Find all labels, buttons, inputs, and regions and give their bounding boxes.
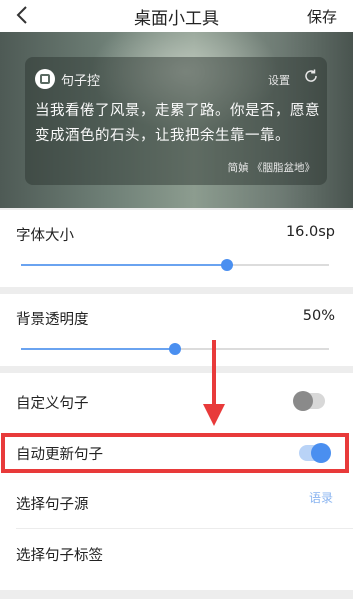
opacity-slider-fill: [21, 348, 175, 350]
page-title: 桌面小工具: [134, 8, 219, 29]
annotation-arrow-head: [203, 404, 225, 426]
font-size-slider-fill: [21, 264, 228, 266]
sentence-tags-label: 选择句子标签: [16, 548, 103, 564]
custom-sentence-toggle[interactable]: [293, 391, 325, 411]
save-button[interactable]: 保存: [307, 6, 337, 27]
chevron-left-icon: [16, 6, 27, 24]
sentence-source-value: 语录: [308, 491, 333, 505]
font-size-section: 字体大小 16.0sp: [0, 210, 353, 287]
custom-sentence-label: 自定义句子: [16, 396, 89, 412]
annotation-arrow-shaft: [212, 340, 216, 408]
font-size-slider-thumb[interactable]: [221, 259, 234, 271]
app-logo-icon: [35, 69, 55, 89]
opacity-value: 50%: [302, 308, 335, 324]
font-size-value: 16.0sp: [285, 224, 335, 240]
widget-preview: 句子控 设置 当我看倦了风景，走累了路。你是否，愿意变成酒色的石头，让我把余生靠…: [0, 32, 353, 208]
widget-quote: 当我看倦了风景，走累了路。你是否，愿意变成酒色的石头，让我把余生靠一靠。: [35, 103, 320, 144]
widget-settings-link[interactable]: 设置: [268, 72, 290, 88]
opacity-label: 背景透明度: [16, 312, 89, 328]
opacity-slider[interactable]: [21, 343, 329, 355]
widget-quote-source: 简媜 《胭脂盆地》: [227, 162, 315, 174]
font-size-label: 字体大小: [16, 228, 74, 244]
back-button[interactable]: [10, 2, 34, 28]
opacity-slider-thumb[interactable]: [169, 343, 181, 355]
refresh-icon[interactable]: [303, 68, 319, 84]
top-bar: 桌面小工具 保存: [0, 0, 353, 32]
font-size-slider[interactable]: [21, 259, 329, 271]
annotation-highlight-box: [1, 433, 349, 473]
widget-card: 句子控 设置 当我看倦了风景，走累了路。你是否，愿意变成酒色的石头，让我把余生靠…: [25, 57, 327, 185]
sentence-source-label: 选择句子源: [16, 497, 89, 513]
sentence-tags-row[interactable]: 选择句子标签: [0, 529, 353, 581]
sentence-source-row[interactable]: 选择句子源 语录: [0, 480, 353, 528]
custom-sentence-row[interactable]: 自定义句子: [0, 373, 353, 430]
opacity-section: 背景透明度 50%: [0, 294, 353, 366]
widget-app-name: 句子控: [61, 74, 101, 89]
options-list: 自定义句子 自动更新句子 选择句子源 语录 选择句子标签: [0, 373, 353, 590]
toggle-knob: [293, 391, 313, 411]
